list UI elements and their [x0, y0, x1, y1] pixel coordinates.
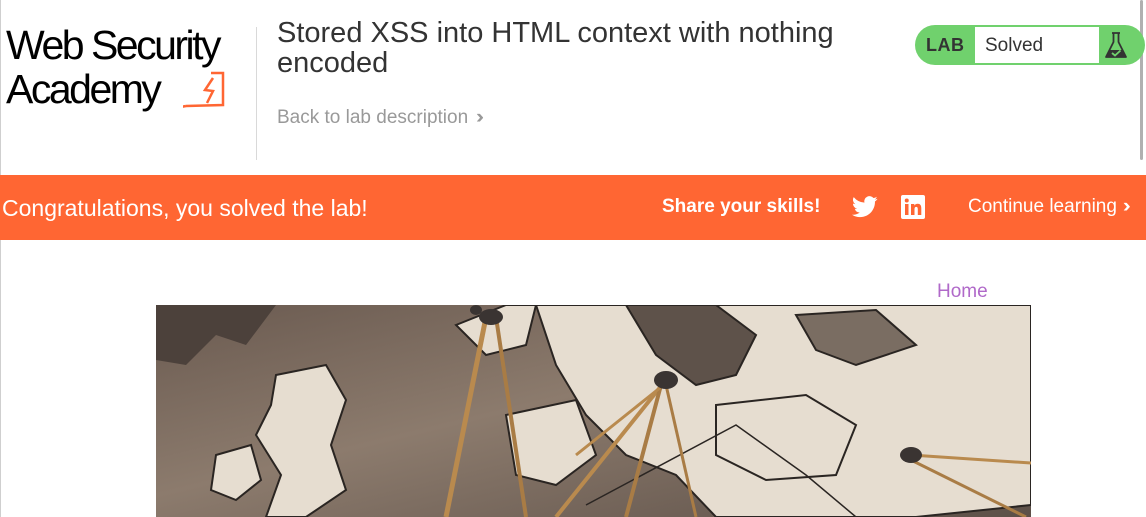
- logo-text-line2: Academy: [6, 66, 162, 112]
- back-to-description-link[interactable]: Back to lab description ››: [277, 107, 483, 129]
- chevron-right-icon: ››: [1122, 196, 1130, 217]
- share-skills-label: Share your skills!: [662, 196, 821, 217]
- logo-lightning-icon: [183, 71, 225, 108]
- solved-banner: Congratulations, you solved the lab! Sha…: [0, 175, 1146, 240]
- lab-title: Stored XSS into HTML context with nothin…: [277, 17, 834, 79]
- linkedin-icon[interactable]: [901, 195, 925, 219]
- continue-learning-link[interactable]: Continue learning ››: [968, 196, 1130, 218]
- lab-header: Web Security Academy Stored XSS into HTM…: [0, 0, 1146, 175]
- header-divider: [256, 27, 257, 160]
- back-link-label: Back to lab description: [277, 107, 469, 128]
- chevron-right-icon: ››: [476, 107, 483, 128]
- flask-icon: [1105, 32, 1127, 58]
- twitter-icon[interactable]: [852, 195, 878, 219]
- lab-status-value: Solved: [985, 35, 1044, 56]
- congratulations-message: Congratulations, you solved the lab!: [2, 195, 368, 221]
- lab-status-value-box: Solved: [975, 27, 1099, 63]
- home-link[interactable]: Home: [937, 281, 988, 303]
- academy-logo[interactable]: Web Security Academy: [6, 22, 256, 117]
- lab-status-widget: LAB Solved: [915, 25, 1145, 65]
- logo-text-line1: Web Security: [6, 22, 222, 68]
- hero-image-europe-map: [156, 305, 1031, 517]
- lab-status-label: LAB: [926, 35, 965, 55]
- continue-learning-label: Continue learning: [968, 196, 1117, 217]
- map-photo: [156, 305, 1031, 517]
